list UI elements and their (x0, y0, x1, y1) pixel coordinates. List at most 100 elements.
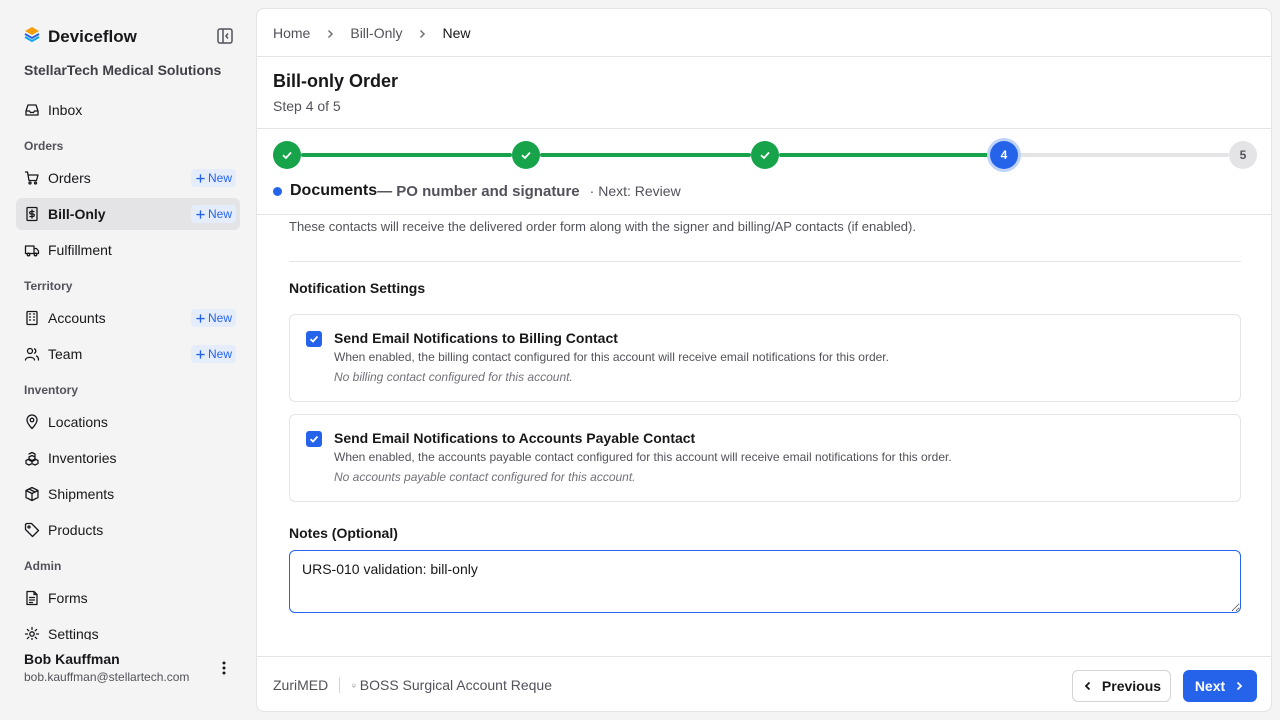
truck-icon (24, 242, 40, 258)
sidebar-nav: Inbox Orders Orders New Bill-Only New Fulfillm… (16, 94, 240, 640)
title-divider (257, 128, 1271, 129)
sidebar-item-settings[interactable]: Settings (16, 618, 240, 640)
previous-button[interactable]: Previous (1072, 670, 1171, 702)
step-5-future: 5 (1229, 141, 1257, 169)
deviceflow-logo-icon (24, 26, 40, 47)
check-icon (309, 335, 319, 343)
breadcrumb-current: New (442, 24, 471, 41)
building-icon (352, 683, 356, 687)
new-badge-label: New (207, 207, 232, 221)
billing-contact-empty: No billing contact configured for this a… (334, 370, 573, 384)
stepper-divider (257, 214, 1271, 215)
step-connector-2 (540, 153, 751, 157)
stepper: 4 5 (273, 141, 1257, 169)
file-icon (24, 590, 40, 606)
sidebar-item-label: Shipments (48, 486, 115, 502)
step-counter: Step 4 of 5 (273, 98, 341, 114)
billing-notification-title[interactable]: Send Email Notifications to Billing Cont… (334, 330, 618, 346)
step-1-complete[interactable] (273, 141, 301, 169)
billing-notification-checkbox[interactable] (306, 331, 322, 347)
new-badge-button[interactable]: New (190, 205, 236, 223)
package-icon (24, 486, 40, 502)
check-icon (521, 151, 531, 160)
billing-notification-desc: When enabled, the billing contact config… (334, 350, 889, 364)
footer-bar: ZuriMED BOSS Surgical Account Reque Prev… (257, 656, 1271, 711)
sidebar-item-products[interactable]: Products (16, 514, 240, 546)
notes-label: Notes (Optional) (289, 525, 398, 541)
gear-icon (24, 626, 40, 640)
building-icon (24, 310, 40, 326)
current-step-desc: — PO number and signature (377, 182, 580, 200)
sidebar-item-label: Locations (48, 414, 108, 430)
footer-separator (339, 677, 340, 693)
sidebar-item-team[interactable]: Team New (16, 338, 240, 370)
nav-section-inventory: Inventory (24, 383, 79, 397)
sidebar-item-label: Accounts (48, 310, 106, 326)
check-icon (282, 151, 292, 160)
map-pin-icon (24, 414, 40, 430)
new-badge-button[interactable]: New (190, 345, 236, 363)
sidebar-item-label: Team (48, 346, 83, 362)
page-title: Bill-only Order (273, 71, 399, 91)
tag-icon (24, 522, 40, 538)
sidebar-item-label: Bill-Only (48, 206, 106, 222)
chevron-right-icon (1237, 681, 1243, 691)
breadcrumb-bill-only[interactable]: Bill-Only (350, 25, 402, 41)
step-2-complete[interactable] (512, 141, 540, 169)
sidebar-item-label: Inbox (48, 102, 83, 118)
user-profile[interactable]: Bob Kauffman bob.kauffman@stellartech.co… (24, 651, 189, 684)
sidebar-collapse-icon[interactable] (216, 27, 234, 45)
new-badge-label: New (207, 171, 232, 185)
header-divider (257, 56, 1271, 57)
account-name: BOSS Surgical Account Reque (352, 677, 552, 693)
sidebar-item-forms[interactable]: Forms (16, 582, 240, 614)
plus-icon (196, 209, 205, 219)
user-email: bob.kauffman@stellartech.com (24, 670, 190, 684)
new-badge-button[interactable]: New (190, 309, 236, 327)
next-step-hint: · Next: Review (589, 183, 681, 199)
more-vertical-icon[interactable] (216, 660, 232, 676)
chevron-left-icon (1084, 681, 1091, 691)
sidebar-item-fulfillment[interactable]: Fulfillment (16, 234, 240, 266)
check-icon (309, 435, 319, 443)
main-panel: Home Bill-Only New Bill-only Order Step … (256, 8, 1272, 712)
sidebar-item-inventories[interactable]: Inventories (16, 442, 240, 474)
sidebar-item-label: Orders (48, 170, 91, 186)
section-divider (289, 261, 1241, 262)
contacts-note: These contacts will receive the delivere… (289, 219, 916, 234)
step-connector-4 (1018, 153, 1229, 157)
sidebar-item-orders[interactable]: Orders New (16, 162, 240, 194)
current-step-name: Documents (290, 182, 378, 199)
next-button[interactable]: Next (1183, 670, 1257, 702)
new-badge-label: New (207, 347, 232, 361)
org-name: StellarTech Medical Solutions (24, 62, 222, 78)
receipt-icon (24, 206, 40, 222)
ap-notification-title[interactable]: Send Email Notifications to Accounts Pay… (334, 430, 695, 446)
step-3-complete[interactable] (751, 141, 779, 169)
nav-section-orders: Orders (24, 139, 64, 153)
breadcrumb: Home Bill-Only New (273, 9, 471, 56)
vendor-name: ZuriMED (273, 677, 329, 693)
step-4-current[interactable]: 4 (990, 141, 1018, 169)
sidebar: Deviceflow StellarTech Medical Solutions… (0, 0, 256, 720)
brand[interactable]: Deviceflow (24, 26, 137, 47)
sidebar-item-locations[interactable]: Locations (16, 406, 240, 438)
notes-textarea[interactable] (289, 550, 1241, 613)
sidebar-item-inbox[interactable]: Inbox (16, 94, 240, 126)
sidebar-item-bill-only[interactable]: Bill-Only New (16, 198, 240, 230)
ap-notification-checkbox[interactable] (306, 431, 322, 447)
cart-icon (24, 170, 40, 186)
new-badge-button[interactable]: New (190, 169, 236, 187)
new-badge-label: New (207, 311, 232, 325)
boxes-icon (24, 450, 40, 466)
sidebar-item-label: Products (48, 522, 104, 538)
previous-label: Previous (1101, 678, 1162, 694)
chevron-right-icon (416, 27, 428, 39)
sidebar-item-accounts[interactable]: Accounts New (16, 302, 240, 334)
breadcrumb-home[interactable]: Home (273, 25, 310, 41)
sidebar-item-shipments[interactable]: Shipments (16, 478, 240, 510)
ap-notification-desc: When enabled, the accounts payable conta… (334, 450, 952, 464)
next-label: Next (1194, 678, 1226, 694)
billing-notification-card: Send Email Notifications to Billing Cont… (289, 314, 1241, 402)
plus-icon (196, 173, 205, 183)
